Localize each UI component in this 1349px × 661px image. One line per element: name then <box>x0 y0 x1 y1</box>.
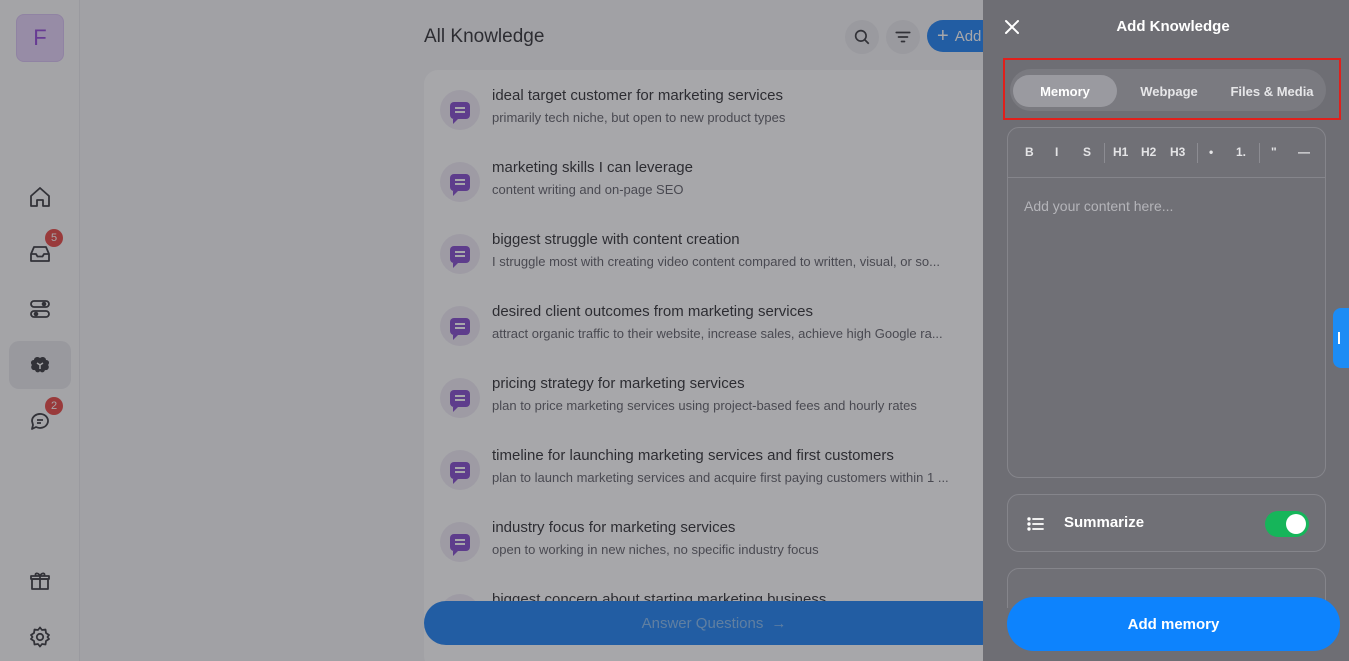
add-knowledge-drawer: Add Knowledge Memory Webpage Files & Med… <box>983 0 1349 661</box>
add-memory-button[interactable]: Add memory <box>1007 597 1340 651</box>
help-tab[interactable] <box>1333 308 1349 368</box>
list-icon <box>1027 517 1044 531</box>
content-editor: B I S H1 H2 H3 • 1. " — Add your content… <box>1007 127 1326 478</box>
numbered-list-button[interactable]: 1. <box>1236 145 1246 159</box>
summarize-label: Summarize <box>1064 514 1145 531</box>
format-toolbar: B I S H1 H2 H3 • 1. " — <box>1008 128 1325 178</box>
strikethrough-button[interactable]: S <box>1083 145 1091 159</box>
content-input[interactable]: Add your content here... <box>1024 198 1173 214</box>
summarize-row: Summarize <box>1007 494 1326 552</box>
drawer-title: Add Knowledge <box>1116 18 1230 35</box>
heading1-button[interactable]: H1 <box>1113 145 1128 159</box>
heading3-button[interactable]: H3 <box>1170 145 1185 159</box>
tab-memory[interactable]: Memory <box>1013 75 1117 107</box>
summarize-toggle[interactable] <box>1265 511 1309 537</box>
tab-webpage[interactable]: Webpage <box>1117 75 1221 107</box>
quote-button[interactable]: " <box>1271 145 1277 159</box>
toolbar-divider <box>1104 143 1105 163</box>
heading2-button[interactable]: H2 <box>1141 145 1156 159</box>
bullet-list-button[interactable]: • <box>1209 145 1213 159</box>
divider-button[interactable]: — <box>1298 145 1310 159</box>
bold-button[interactable]: B <box>1025 145 1034 159</box>
tab-files-media[interactable]: Files & Media <box>1221 75 1323 107</box>
help-tab-mark <box>1338 332 1344 344</box>
toolbar-divider <box>1259 143 1260 163</box>
source-tabs: Memory Webpage Files & Media <box>1010 69 1326 111</box>
italic-button[interactable]: I <box>1055 145 1058 159</box>
toolbar-divider <box>1197 143 1198 163</box>
